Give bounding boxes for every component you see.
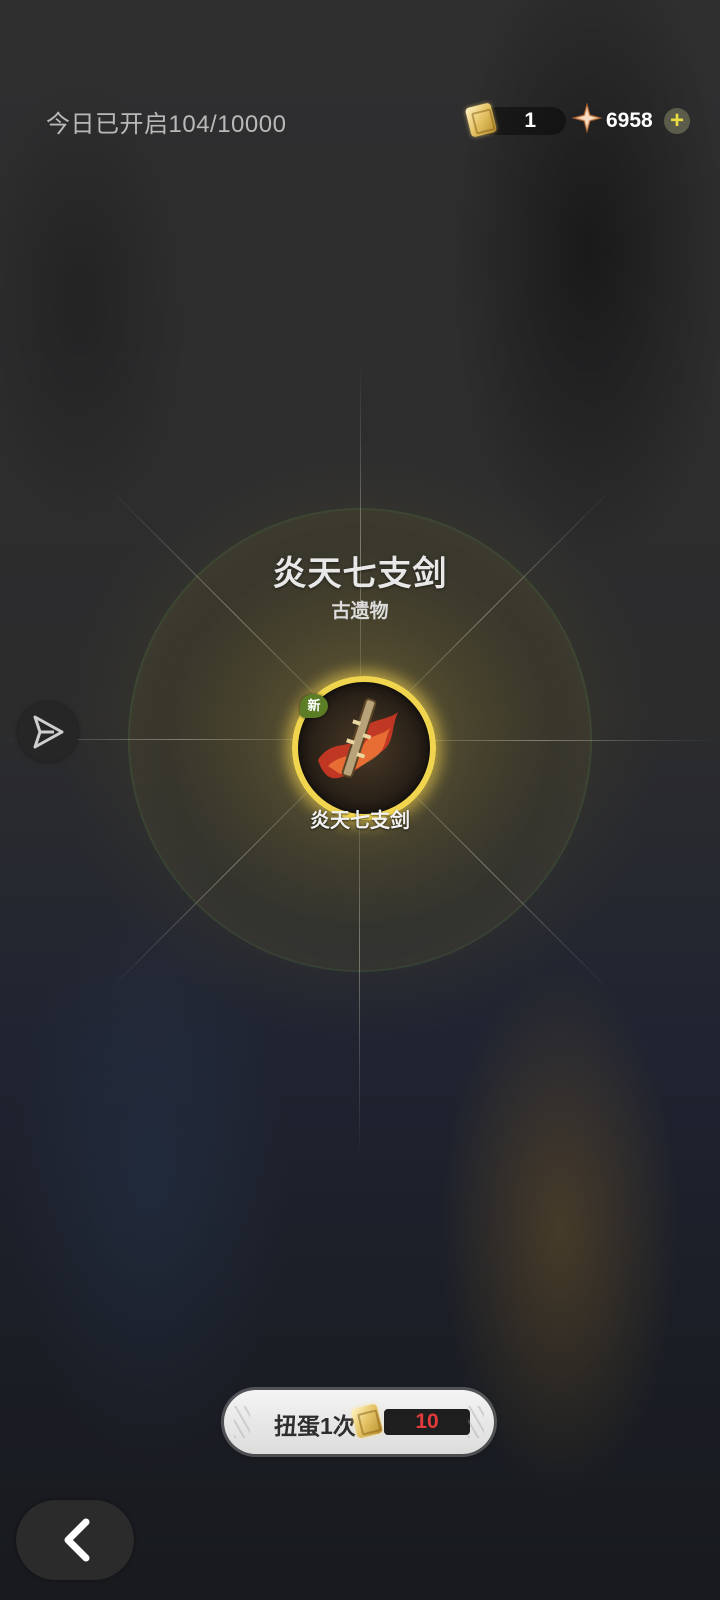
add-gems-button[interactable]: +	[664, 108, 690, 134]
reward-title: 炎天七支剑	[272, 555, 448, 593]
reward-category: 古遗物	[331, 601, 389, 622]
gacha-button-label: 扭蛋1次	[274, 1413, 356, 1439]
gem-count: 6958	[606, 109, 653, 132]
share-send-icon	[33, 715, 64, 749]
star-crystal-icon	[572, 103, 602, 133]
gacha-cost: 10	[384, 1409, 470, 1435]
ticket-resource: 1	[464, 102, 566, 138]
daily-open-counter: 今日已开启104/10000	[46, 111, 287, 138]
button-decoration	[234, 1406, 250, 1438]
share-button[interactable]	[18, 702, 78, 762]
ticket-count: 1	[524, 109, 536, 132]
back-arrow-icon	[64, 1518, 90, 1562]
back-button[interactable]	[16, 1500, 134, 1580]
button-decoration	[468, 1406, 484, 1438]
gacha-once-button[interactable]: 扭蛋1次 10	[224, 1390, 494, 1454]
new-badge: 新	[300, 694, 328, 718]
reward-item-label: 炎天七支剑	[310, 810, 410, 832]
